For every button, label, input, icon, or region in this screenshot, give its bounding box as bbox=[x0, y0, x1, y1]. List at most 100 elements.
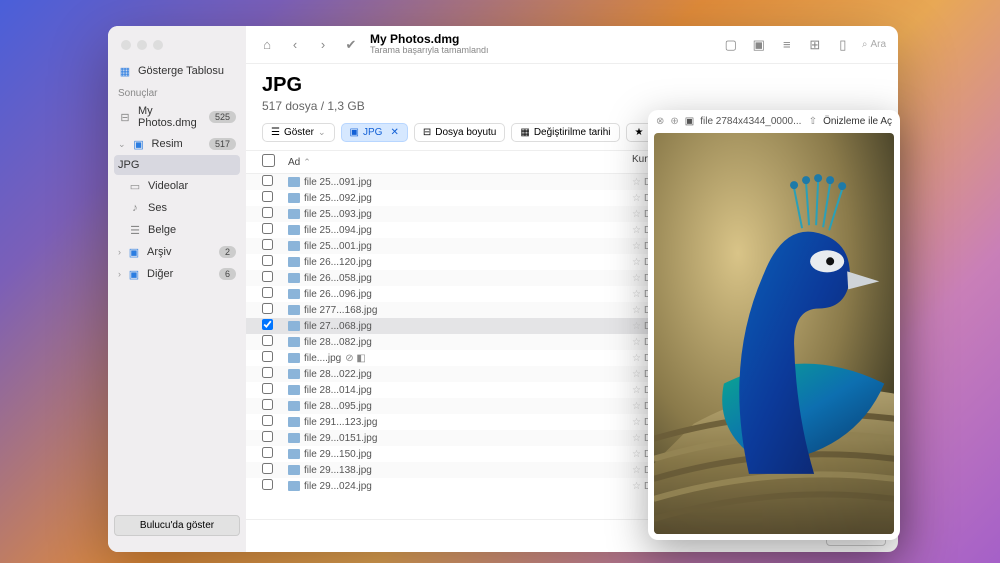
home-icon[interactable]: ⌂ bbox=[258, 36, 276, 54]
sidebar-diger-badge: 6 bbox=[219, 268, 236, 280]
show-in-finder-button[interactable]: Bulucu'da göster bbox=[114, 515, 240, 536]
sidebar-resim-label: Resim bbox=[152, 138, 183, 150]
check-icon: ✔︎ bbox=[342, 36, 360, 54]
thumbnail-icon bbox=[288, 209, 300, 219]
row-checkbox[interactable] bbox=[262, 351, 273, 362]
open-in-preview-button[interactable]: Önizleme ile Aç bbox=[823, 116, 892, 127]
row-checkbox[interactable] bbox=[262, 255, 273, 266]
sidebar-videolar-label: Videolar bbox=[148, 180, 188, 192]
row-checkbox[interactable] bbox=[262, 191, 273, 202]
thumbnail-icon bbox=[288, 449, 300, 459]
row-name: file 29...0151.jpg bbox=[288, 433, 632, 444]
row-name: file 26...096.jpg bbox=[288, 289, 632, 300]
sidebar-dashboard-label: Gösterge Tablosu bbox=[138, 65, 224, 77]
sidebar-ses[interactable]: ♪ Ses bbox=[108, 197, 246, 219]
row-checkbox[interactable] bbox=[262, 463, 273, 474]
row-checkbox[interactable] bbox=[262, 335, 273, 346]
search-box[interactable]: ⌕ Ara bbox=[862, 39, 886, 50]
sidebar-arsiv-badge: 2 bbox=[219, 246, 236, 258]
disk-icon: ⊟ bbox=[423, 127, 431, 138]
row-checkbox[interactable] bbox=[262, 399, 273, 410]
page-title: JPG bbox=[262, 74, 882, 97]
audio-icon: ♪ bbox=[128, 201, 142, 215]
archive-icon: ▣ bbox=[127, 245, 141, 259]
share-icon[interactable]: ⇧ bbox=[809, 116, 817, 127]
sidebar-jpg[interactable]: JPG bbox=[114, 155, 240, 175]
row-checkbox[interactable] bbox=[262, 303, 273, 314]
toolbar: ⌂ ‹ › ✔︎ My Photos.dmg Tarama başarıyla … bbox=[246, 26, 898, 64]
grid-icon: ▦ bbox=[118, 64, 132, 78]
sidebar-jpg-label: JPG bbox=[118, 159, 139, 171]
row-checkbox[interactable] bbox=[262, 223, 273, 234]
expand-icon[interactable]: ⊕ bbox=[670, 116, 678, 127]
chevron-right-icon: › bbox=[118, 247, 121, 257]
select-all-checkbox[interactable] bbox=[262, 154, 275, 167]
grid-view-icon[interactable]: ⊞ bbox=[806, 36, 824, 54]
sidebar-disk-badge: 525 bbox=[209, 111, 236, 123]
jpg-filter-label: JPG bbox=[363, 127, 382, 138]
date-pill[interactable]: ▦ Değiştirilme tarihi bbox=[511, 123, 619, 142]
goster-label: Göster bbox=[284, 127, 314, 138]
thumbnail-icon bbox=[288, 289, 300, 299]
thumbnail-icon bbox=[288, 481, 300, 491]
row-name: file 26...058.jpg bbox=[288, 273, 632, 284]
date-label: Değiştirilme tarihi bbox=[534, 127, 611, 138]
list-view-icon[interactable]: ≡ bbox=[778, 36, 796, 54]
close-dot[interactable] bbox=[121, 40, 131, 50]
sidebar-resim-badge: 517 bbox=[209, 138, 236, 150]
forward-icon[interactable]: › bbox=[314, 36, 332, 54]
col-name-header[interactable]: Ad ⌃ bbox=[288, 154, 632, 170]
sidebar-disk[interactable]: ⊟ My Photos.dmg 525 bbox=[108, 101, 246, 133]
thumbnail-icon bbox=[288, 241, 300, 251]
search-placeholder: Ara bbox=[870, 39, 886, 50]
goster-pill[interactable]: ☰ Göster ⌄ bbox=[262, 123, 335, 142]
disk-icon: ⊟ bbox=[118, 110, 132, 124]
sidebar-belge[interactable]: ☰ Belge bbox=[108, 219, 246, 241]
sidebar-resim[interactable]: ⌄ ▣ Resim 517 bbox=[108, 133, 246, 155]
row-checkbox[interactable] bbox=[262, 287, 273, 298]
sidebar-results-header: Sonuçlar bbox=[108, 82, 246, 101]
row-name: file 28...082.jpg bbox=[288, 337, 632, 348]
sidebar-diger[interactable]: › ▣ Diğer 6 bbox=[108, 263, 246, 285]
row-checkbox[interactable] bbox=[262, 175, 273, 186]
row-name: file 25...092.jpg bbox=[288, 193, 632, 204]
row-checkbox[interactable] bbox=[262, 431, 273, 442]
row-checkbox[interactable] bbox=[262, 415, 273, 426]
sidebar-footer: Bulucu'da göster bbox=[108, 509, 246, 542]
close-icon[interactable]: ✕ bbox=[390, 127, 398, 138]
row-checkbox[interactable] bbox=[262, 447, 273, 458]
row-name: file 29...024.jpg bbox=[288, 481, 632, 492]
thumbnail-icon bbox=[288, 353, 300, 363]
row-checkbox[interactable] bbox=[262, 239, 273, 250]
column-view-icon[interactable]: ▯ bbox=[834, 36, 852, 54]
thumbnail-icon bbox=[288, 305, 300, 315]
thumbnail-icon bbox=[288, 177, 300, 187]
min-dot[interactable] bbox=[137, 40, 147, 50]
calendar-icon: ▦ bbox=[520, 127, 529, 138]
sidebar-videolar[interactable]: ▭ Videolar bbox=[108, 175, 246, 197]
thumbnail-icon bbox=[288, 273, 300, 283]
sidebar-arsiv[interactable]: › ▣ Arşiv 2 bbox=[108, 241, 246, 263]
thumbnail-icon bbox=[288, 321, 300, 331]
sidebar-diger-label: Diğer bbox=[147, 268, 173, 280]
sidebar-dashboard[interactable]: ▦ Gösterge Tablosu bbox=[108, 60, 246, 82]
chevron-down-icon: ⌄ bbox=[118, 139, 126, 150]
row-checkbox[interactable] bbox=[262, 479, 273, 490]
row-checkbox[interactable] bbox=[262, 367, 273, 378]
row-name: file 25...094.jpg bbox=[288, 225, 632, 236]
sidebar-belge-label: Belge bbox=[148, 224, 176, 236]
row-name: file 29...138.jpg bbox=[288, 465, 632, 476]
close-icon[interactable]: ⊗ bbox=[656, 116, 664, 127]
folder-view-icon[interactable]: ▣ bbox=[750, 36, 768, 54]
row-name: file 291...123.jpg bbox=[288, 417, 632, 428]
doc-view-icon[interactable]: ▢ bbox=[722, 36, 740, 54]
row-checkbox[interactable] bbox=[262, 383, 273, 394]
max-dot[interactable] bbox=[153, 40, 163, 50]
filesize-pill[interactable]: ⊟ Dosya boyutu bbox=[414, 123, 506, 142]
row-checkbox[interactable] bbox=[262, 207, 273, 218]
row-checkbox[interactable] bbox=[262, 271, 273, 282]
back-icon[interactable]: ‹ bbox=[286, 36, 304, 54]
jpg-filter-pill[interactable]: ▣ JPG ✕ bbox=[341, 123, 408, 142]
row-name: file 26...120.jpg bbox=[288, 257, 632, 268]
row-checkbox[interactable] bbox=[262, 319, 273, 330]
